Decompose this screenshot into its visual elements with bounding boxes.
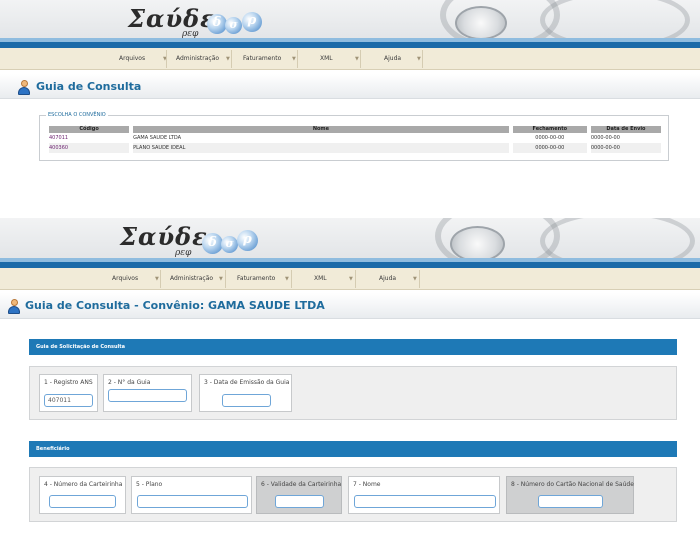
page-header: Guia de Consulta: [0, 74, 700, 99]
dropdown-arrow-icon: ▼: [413, 276, 417, 282]
nome-input[interactable]: [354, 495, 496, 508]
section-header-beneficiario: Beneficiário: [29, 441, 677, 457]
gauge-decoration: [455, 6, 507, 40]
logo-text: Σαύδε: [120, 222, 208, 251]
convenio-name: GAMA SAUDE LTDA: [133, 133, 509, 143]
menu-arquivos[interactable]: Arquivos: [119, 53, 145, 65]
carteirinha-box: 4 - Número da Carteirinha: [39, 476, 126, 514]
table-row[interactable]: 407011 GAMA SAUDE LTDA 0000-00-00 0000-0…: [49, 133, 661, 143]
fieldset-legend: ESCOLHA O CONVÊNIO: [46, 112, 108, 119]
section-header-guia: Guia de Solicitação de Consulta: [29, 339, 677, 355]
section-body-guia: 1 - Registro ANS 2 - N° da Guia 3 - Data…: [29, 366, 677, 420]
logo-subtext: ρεφ: [175, 248, 192, 258]
logo-bubble-icon: ρ: [242, 12, 262, 32]
envio-date: 0000-00-00: [590, 143, 661, 153]
column-header-fechamento: Fechamento: [512, 126, 587, 133]
plano-label: 5 - Plano: [136, 481, 163, 488]
fechamento-date: 0000-00-00: [512, 133, 587, 143]
data-emissao-label: 3 - Data de Emissão da Guia: [204, 379, 290, 386]
envio-date: 0000-00-00: [590, 133, 661, 143]
menu-ajuda[interactable]: Ajuda: [384, 53, 401, 65]
logo-bubble-icon: σ: [221, 236, 238, 253]
table-row[interactable]: 400360 PLANO SAUDE IDEAL 0000-00-00 0000…: [49, 143, 661, 153]
dropdown-arrow-icon: ▼: [417, 56, 421, 62]
header-banner: Σαύδε ρεφ δ σ ρ: [0, 218, 700, 268]
dropdown-arrow-icon: ▼: [226, 56, 230, 62]
dropdown-arrow-icon: ▼: [219, 276, 223, 282]
menu-administracao[interactable]: Administração: [176, 53, 219, 65]
registro-ans-input[interactable]: [44, 394, 93, 407]
convenio-table: Código Nome Fechamento Data de Envio 407…: [45, 126, 665, 153]
nome-label: 7 - Nome: [353, 481, 381, 488]
menu-arquivos[interactable]: Arquivos: [112, 273, 138, 285]
convenio-name: PLANO SAUDE IDEAL: [133, 143, 509, 153]
logo-bubble-icon: δ: [202, 233, 223, 254]
dropdown-arrow-icon: ▼: [355, 56, 359, 62]
page-title: Guia de Consulta: [36, 80, 142, 93]
plano-input[interactable]: [137, 495, 248, 508]
convenio-fieldset: ESCOLHA O CONVÊNIO Código Nome Fechament…: [39, 112, 669, 161]
menu-faturamento[interactable]: Faturamento: [237, 273, 275, 285]
menu-administracao[interactable]: Administração: [170, 273, 213, 285]
menu-faturamento[interactable]: Faturamento: [243, 53, 281, 65]
validade-carteirinha-box: 6 - Validade da Carteirinha: [256, 476, 342, 514]
main-menu: Arquivos ▼ Administração ▼ Faturamento ▼…: [0, 48, 700, 70]
data-emissao-input[interactable]: [222, 394, 271, 407]
dropdown-arrow-icon: ▼: [292, 56, 296, 62]
user-icon: [17, 80, 31, 95]
cartao-nacional-label: 8 - Número do Cartão Nacional de Saúde: [511, 481, 634, 488]
plano-box: 5 - Plano: [131, 476, 252, 514]
validade-carteirinha-input[interactable]: [275, 495, 324, 508]
cartao-nacional-input[interactable]: [538, 495, 603, 508]
fechamento-date: 0000-00-00: [512, 143, 587, 153]
carteirinha-label: 4 - Número da Carteirinha: [44, 481, 123, 488]
column-header-codigo: Código: [49, 126, 130, 133]
numero-guia-box: 2 - N° da Guia: [103, 374, 192, 412]
convenio-code-link[interactable]: 400360: [49, 143, 130, 153]
logo-bubble-icon: δ: [207, 14, 227, 34]
section-body-beneficiario: 4 - Número da Carteirinha 5 - Plano 6 - …: [29, 467, 677, 522]
numero-guia-label: 2 - N° da Guia: [108, 379, 151, 386]
menu-xml[interactable]: XML: [314, 273, 327, 285]
logo-text: Σαύδε: [128, 4, 216, 33]
numero-guia-input[interactable]: [108, 389, 187, 402]
column-header-nome: Nome: [133, 126, 509, 133]
data-emissao-box: 3 - Data de Emissão da Guia: [199, 374, 292, 412]
column-header-data-envio: Data de Envio: [590, 126, 661, 133]
logo-bubble-icon: ρ: [237, 230, 258, 251]
nome-box: 7 - Nome: [348, 476, 500, 514]
dropdown-arrow-icon: ▼: [285, 276, 289, 282]
page-title: Guia de Consulta - Convênio: GAMA SAUDE …: [25, 299, 325, 312]
main-menu: Arquivos ▼ Administração ▼ Faturamento ▼…: [0, 268, 700, 290]
screenshot: Σαύδε ρεφ δ σ ρ Arquivos ▼ Administração…: [0, 0, 700, 533]
logo-bubble-icon: σ: [225, 17, 242, 34]
dropdown-arrow-icon: ▼: [349, 276, 353, 282]
convenio-code-link[interactable]: 407011: [49, 133, 130, 143]
header-banner: Σαύδε ρεφ δ σ ρ: [0, 0, 700, 48]
menu-xml[interactable]: XML: [320, 53, 333, 65]
gauge-decoration: [450, 226, 505, 262]
cartao-nacional-box: 8 - Número do Cartão Nacional de Saúde: [506, 476, 634, 514]
carteirinha-input[interactable]: [49, 495, 116, 508]
table-header-row: Código Nome Fechamento Data de Envio: [49, 126, 661, 133]
registro-ans-label: 1 - Registro ANS: [44, 379, 93, 386]
dropdown-arrow-icon: ▼: [155, 276, 159, 282]
validade-carteirinha-label: 6 - Validade da Carteirinha: [261, 481, 342, 488]
page-header: Guia de Consulta - Convênio: GAMA SAUDE …: [0, 293, 700, 319]
registro-ans-box: 1 - Registro ANS: [39, 374, 98, 412]
user-icon: [7, 299, 21, 314]
menu-ajuda[interactable]: Ajuda: [379, 273, 396, 285]
